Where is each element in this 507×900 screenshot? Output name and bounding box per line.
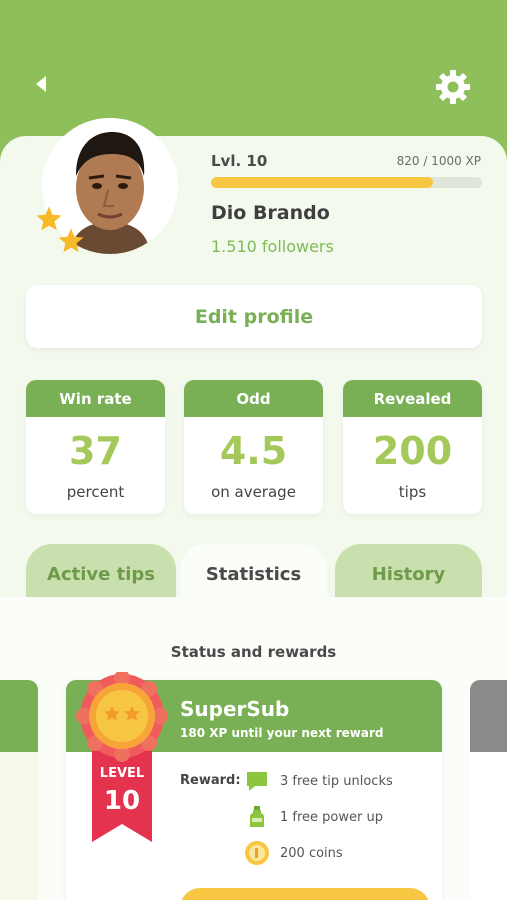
reward-item-text: 1 free power up xyxy=(280,809,383,825)
stat-value: 37 xyxy=(69,429,122,473)
tab-active-tips[interactable]: Active tips xyxy=(26,544,176,604)
section-title: Status and rewards xyxy=(170,643,337,661)
chat-bubble-icon xyxy=(244,768,270,794)
reward-item-power-up: 1 free power up xyxy=(244,804,383,830)
reward-item-coins: 200 coins xyxy=(244,840,343,866)
xp-label: 820 / 1000 XP xyxy=(396,154,481,168)
stat-card-revealed: Revealed 200 tips xyxy=(343,380,482,514)
edit-profile-button[interactable]: Edit profile xyxy=(26,285,482,348)
potion-bottle-icon xyxy=(244,804,270,830)
followers-count[interactable]: 1.510 followers xyxy=(211,237,334,256)
back-arrow-icon xyxy=(36,76,46,92)
tab-history[interactable]: History xyxy=(335,544,482,604)
stat-unit: percent xyxy=(66,483,125,501)
stat-value: 4.5 xyxy=(219,429,288,473)
level-badge: LEVEL 10 xyxy=(74,670,170,848)
stat-value: 200 xyxy=(372,429,453,473)
stat-title: Revealed xyxy=(343,380,482,417)
settings-button[interactable] xyxy=(433,67,473,107)
stat-title: Odd xyxy=(184,380,323,417)
reward-title: SuperSub xyxy=(180,697,290,721)
badge-level-label: LEVEL xyxy=(99,766,145,781)
star-icon xyxy=(58,228,84,253)
badge-level-number: 10 xyxy=(103,786,141,816)
xp-progress-bar xyxy=(211,177,482,188)
stat-card-odd: Odd 4.5 on average xyxy=(184,380,323,514)
coin-icon xyxy=(244,840,270,866)
reward-item-text: 3 free tip unlocks xyxy=(280,773,393,789)
reward-label: Reward: xyxy=(180,773,241,788)
avatar[interactable] xyxy=(36,118,180,258)
tab-statistics[interactable]: Statistics xyxy=(180,544,327,604)
claim-button[interactable] xyxy=(180,888,430,900)
reward-card-next[interactable] xyxy=(470,680,507,900)
xp-progress-fill xyxy=(211,177,434,188)
stat-unit: tips xyxy=(398,483,427,501)
reward-subtitle: 180 XP until your next reward xyxy=(180,726,384,740)
reward-item-text: 200 coins xyxy=(280,845,343,861)
stat-title: Win rate xyxy=(26,380,165,417)
stat-card-win-rate: Win rate 37 percent xyxy=(26,380,165,514)
reward-item-tips: 3 free tip unlocks xyxy=(244,768,393,794)
level-label: Lvl. 10 xyxy=(211,152,268,170)
gear-icon xyxy=(436,70,470,104)
stat-unit: on average xyxy=(211,483,296,501)
back-button[interactable] xyxy=(28,70,56,98)
profile-name: Dio Brando xyxy=(211,202,330,224)
reward-card-previous[interactable] xyxy=(0,680,38,900)
